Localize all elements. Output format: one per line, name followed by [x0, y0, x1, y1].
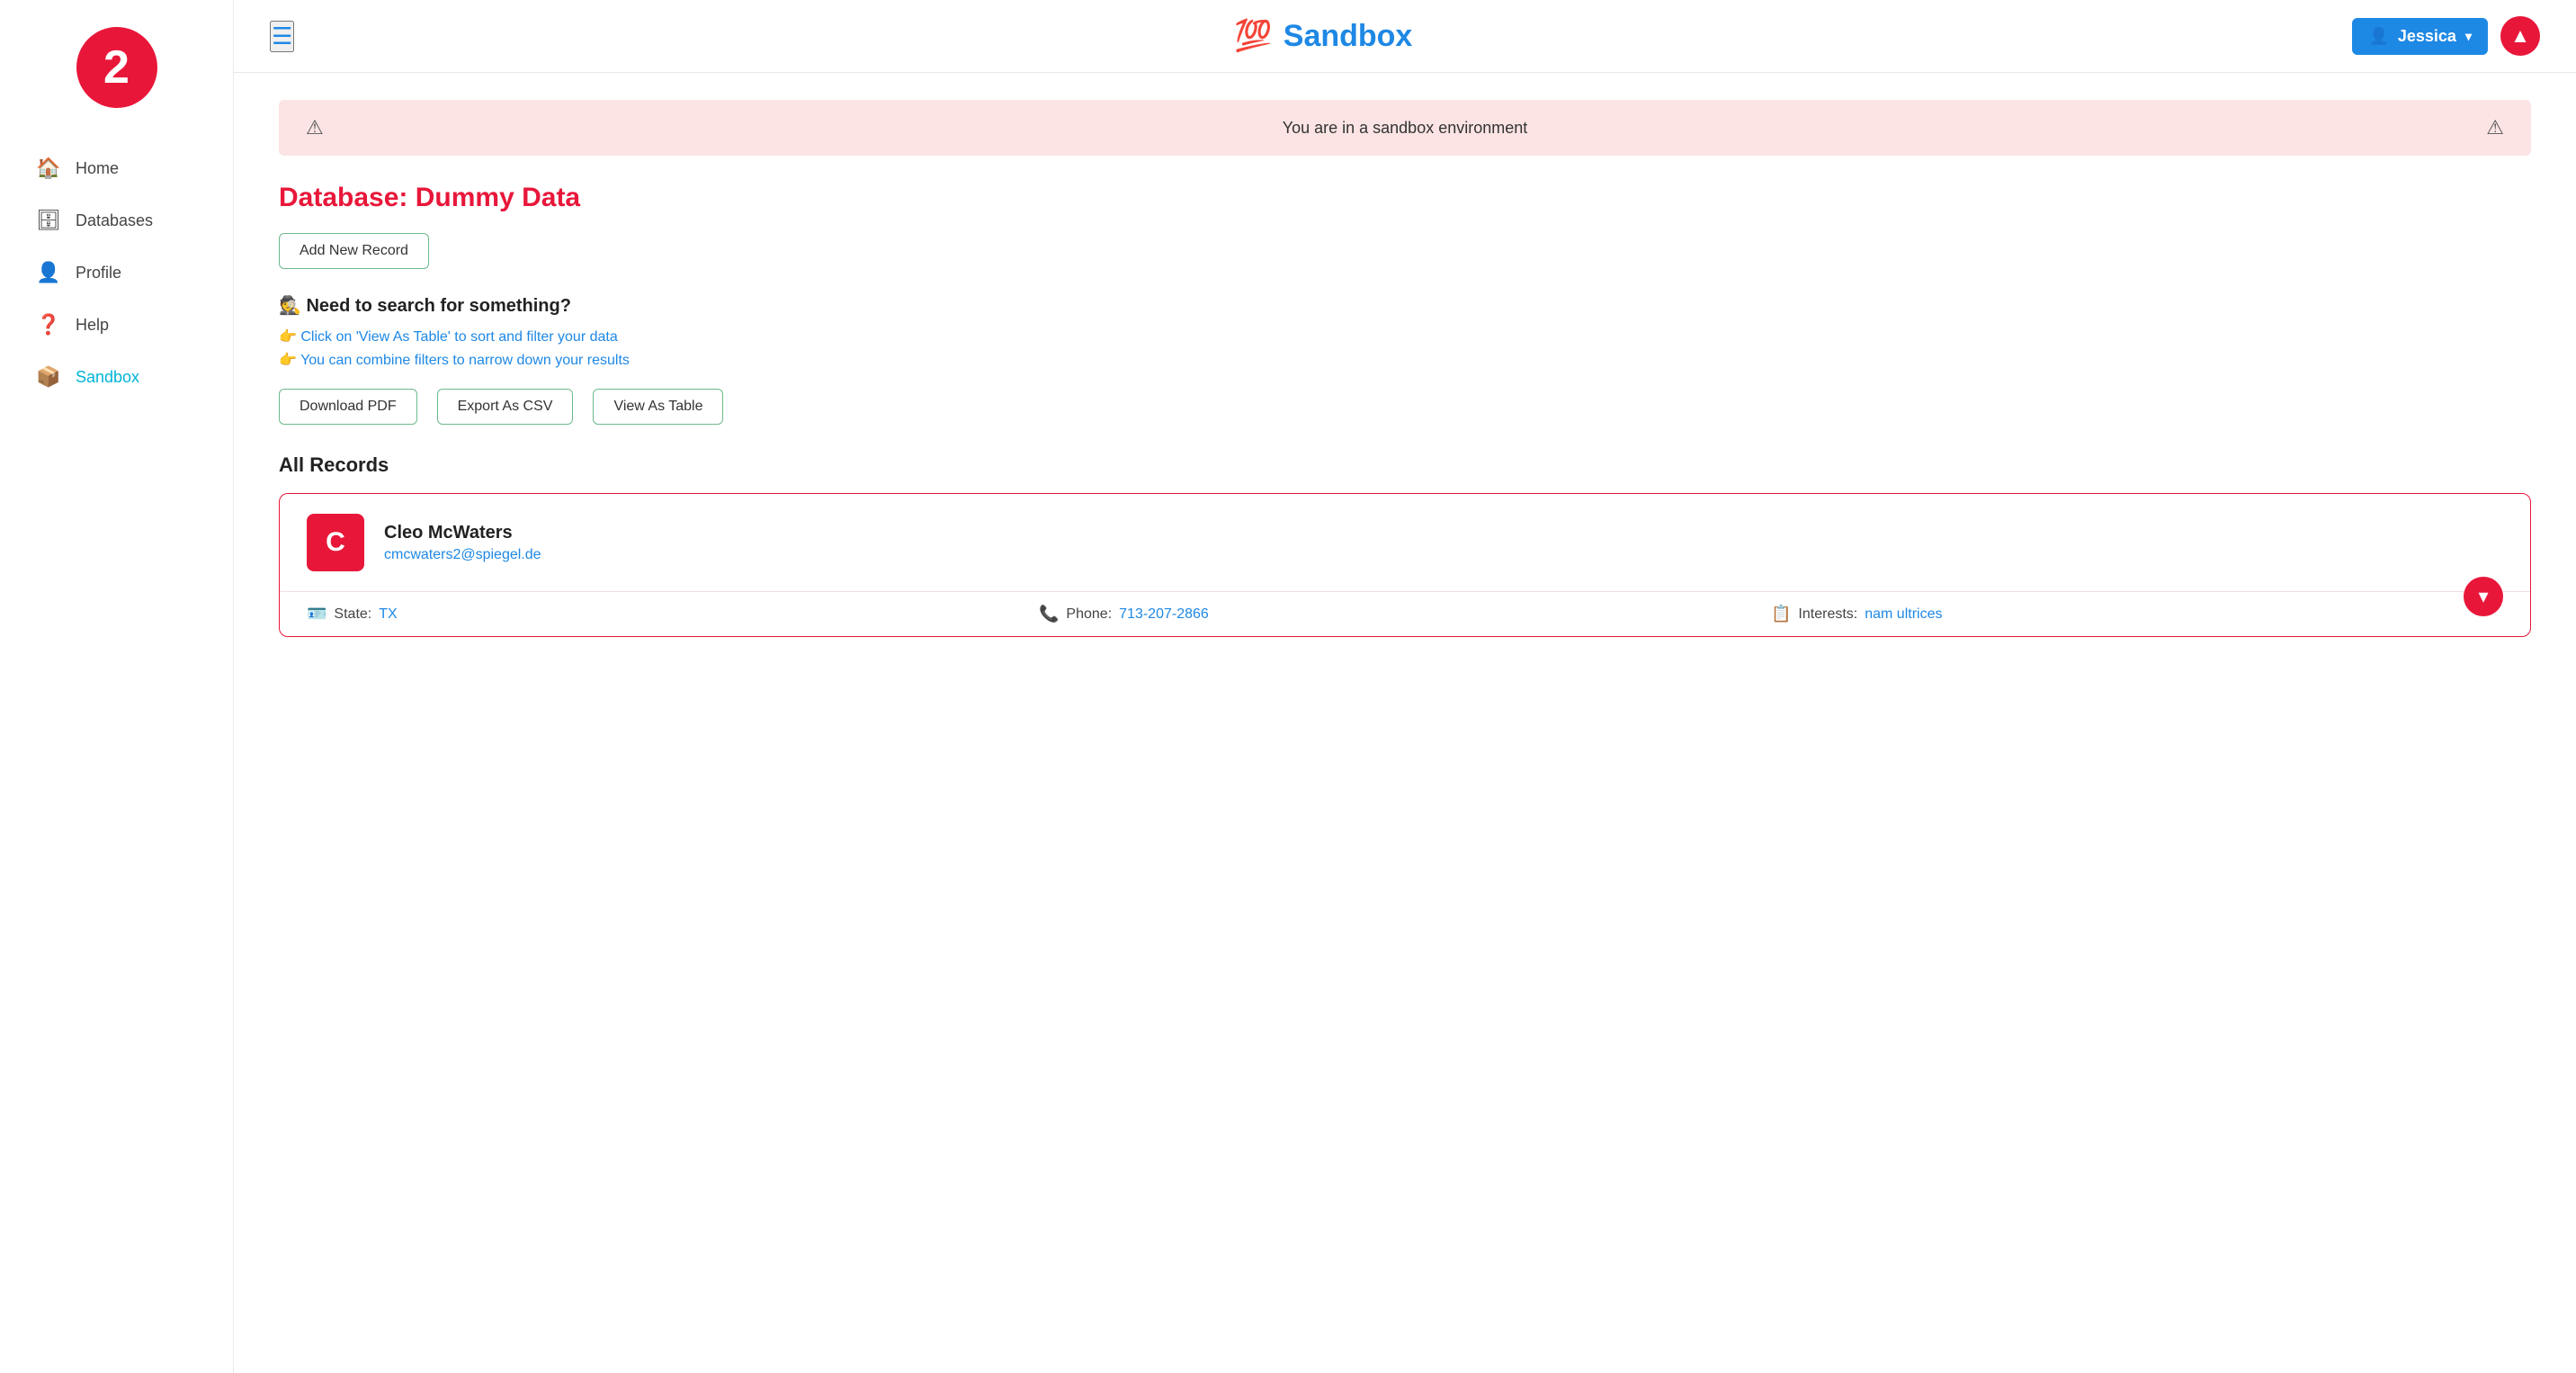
hamburger-button[interactable]: ☰: [270, 21, 294, 52]
sidebar-nav: 🏠 Home 🗄 Databases 👤 Profile ❓ Help 📦 Sa…: [0, 144, 233, 405]
record-card-top: C Cleo McWaters cmcwaters2@spiegel.de: [280, 494, 2530, 591]
phone-label: Phone:: [1066, 606, 1112, 623]
phone-value: 713-207-2866: [1119, 606, 1209, 623]
record-info: Cleo McWaters cmcwaters2@spiegel.de: [384, 523, 541, 563]
sidebar-item-sandbox[interactable]: 📦 Sandbox: [18, 353, 215, 401]
scroll-top-button[interactable]: ▲: [2500, 16, 2540, 56]
sandbox-icon: 📦: [36, 365, 61, 389]
warn-icon-right: ⚠: [2486, 116, 2504, 139]
header-right: 👤 Jessica ▾ ▲: [2352, 16, 2540, 56]
sandbox-banner: ⚠ You are in a sandbox environment ⚠: [279, 100, 2531, 156]
interests-label: Interests:: [1798, 606, 1857, 623]
search-section: 🕵 Need to search for something? 👉 Click …: [279, 294, 2531, 369]
header: ☰ 💯 Sandbox 👤 Jessica ▾ ▲: [234, 0, 2576, 73]
user-name: Jessica: [2398, 27, 2456, 46]
banner-text: You are in a sandbox environment: [1283, 119, 1528, 138]
sidebar-item-profile-label: Profile: [76, 264, 121, 283]
sidebar-item-help[interactable]: ❓ Help: [18, 301, 215, 349]
record-name: Cleo McWaters: [384, 523, 541, 543]
content-area: ⚠ You are in a sandbox environment ⚠ Dat…: [234, 73, 2576, 664]
sidebar-item-home-label: Home: [76, 159, 119, 178]
state-value: TX: [379, 606, 397, 623]
warn-icon-left: ⚠: [306, 116, 324, 139]
add-new-record-button[interactable]: Add New Record: [279, 233, 429, 269]
record-expand-button[interactable]: ▾: [2464, 577, 2503, 616]
export-csv-button[interactable]: Export As CSV: [437, 389, 574, 425]
logo-number: 2: [103, 40, 130, 94]
download-pdf-button[interactable]: Download PDF: [279, 389, 417, 425]
chevron-down-icon: ▾: [2465, 29, 2472, 44]
sidebar-item-databases-label: Databases: [76, 211, 153, 230]
interests-value: nam ultrices: [1865, 606, 1942, 623]
record-interests: 📋 Interests: nam ultrices: [1771, 605, 2503, 624]
record-card: C Cleo McWaters cmcwaters2@spiegel.de 🪪 …: [279, 493, 2531, 637]
record-email: cmcwaters2@spiegel.de: [384, 547, 541, 563]
databases-icon: 🗄: [36, 209, 61, 232]
main-area: ☰ 💯 Sandbox 👤 Jessica ▾ ▲ ⚠ You are in a…: [234, 0, 2576, 1373]
record-phone: 📞 Phone: 713-207-2866: [1039, 605, 1771, 624]
sidebar-item-home[interactable]: 🏠 Home: [18, 144, 215, 193]
profile-icon: 👤: [36, 261, 61, 284]
header-title: 💯 Sandbox: [1234, 18, 1412, 54]
search-title: 🕵 Need to search for something?: [279, 294, 2531, 317]
sidebar-item-databases[interactable]: 🗄 Databases: [18, 196, 215, 245]
action-buttons: Download PDF Export As CSV View As Table: [279, 389, 2531, 425]
database-title: Database: Dummy Data: [279, 183, 2531, 213]
all-records-title: All Records: [279, 453, 2531, 477]
state-label: State:: [334, 606, 371, 623]
interests-icon: 📋: [1771, 605, 1791, 624]
view-as-table-button[interactable]: View As Table: [593, 389, 723, 425]
sidebar-item-profile[interactable]: 👤 Profile: [18, 248, 215, 297]
search-hint-2: 👉 You can combine filters to narrow down…: [279, 351, 2531, 369]
record-state: 🪪 State: TX: [307, 605, 1039, 624]
sidebar-item-sandbox-label: Sandbox: [76, 368, 139, 387]
sidebar-logo: 2: [76, 27, 157, 108]
search-hint-1: 👉 Click on 'View As Table' to sort and f…: [279, 328, 2531, 345]
sidebar-item-help-label: Help: [76, 316, 109, 335]
sidebar: 2 🏠 Home 🗄 Databases 👤 Profile ❓ Help 📦 …: [0, 0, 234, 1373]
home-icon: 🏠: [36, 157, 61, 180]
app-title: Sandbox: [1284, 19, 1413, 54]
record-avatar: C: [307, 514, 364, 571]
title-emoji: 💯: [1234, 18, 1272, 54]
phone-icon: 📞: [1039, 605, 1059, 624]
record-details: 🪪 State: TX 📞 Phone: 713-207-2866 📋 Inte…: [280, 591, 2530, 636]
user-menu-button[interactable]: 👤 Jessica ▾: [2352, 18, 2488, 55]
user-avatar-icon: 👤: [2368, 27, 2388, 46]
state-icon: 🪪: [307, 605, 326, 624]
help-icon: ❓: [36, 313, 61, 337]
